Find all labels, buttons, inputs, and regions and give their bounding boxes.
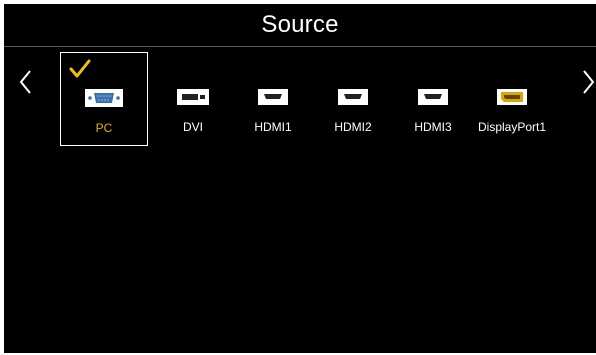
chevron-right-icon[interactable] xyxy=(580,68,596,96)
hdmi-port-icon xyxy=(414,88,452,106)
page-title: Source xyxy=(261,11,339,38)
title-bar: Source xyxy=(4,4,596,46)
source-tile-hdmi2[interactable]: HDMI2 xyxy=(309,52,397,146)
source-label: HDMI1 xyxy=(254,120,292,134)
source-tile-pc[interactable]: PC xyxy=(60,52,148,146)
hdmi-port-icon xyxy=(254,88,292,106)
source-label: DVI xyxy=(182,120,203,134)
source-label: PC xyxy=(95,121,113,135)
displayport-icon xyxy=(493,88,531,106)
chevron-left-icon[interactable] xyxy=(18,68,34,96)
title-divider xyxy=(4,46,596,47)
source-label: HDMI2 xyxy=(334,120,372,134)
dvi-port-icon xyxy=(174,88,212,106)
source-tile-dvi[interactable]: DVI xyxy=(149,52,237,146)
source-tile-hdmi1[interactable]: HDMI1 xyxy=(229,52,317,146)
hdmi-port-icon xyxy=(334,88,372,106)
source-label: HDMI3 xyxy=(414,120,452,134)
checkmark-icon xyxy=(69,59,91,78)
source-label: DisplayPort1 xyxy=(477,120,547,134)
source-tile-hdmi3[interactable]: HDMI3 xyxy=(389,52,477,146)
source-menu: Source PC DVI HDMI1 HDMI2 HDMI3 DisplayP… xyxy=(4,4,596,353)
vga-port-icon xyxy=(85,89,123,107)
source-tile-displayport1[interactable]: DisplayPort1 xyxy=(468,52,556,146)
